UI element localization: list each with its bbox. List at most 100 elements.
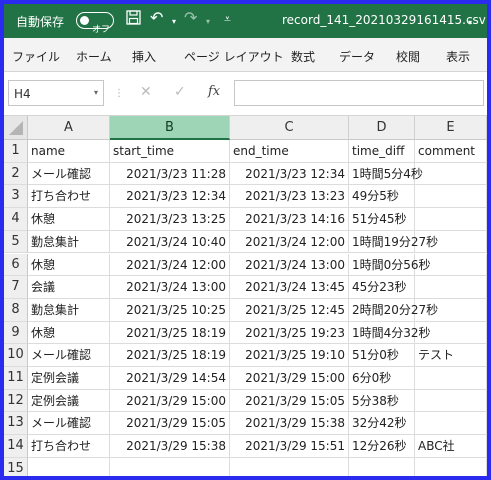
header-cell[interactable]: start_time xyxy=(110,140,230,163)
table-cell[interactable]: 2021/3/24 13:00 xyxy=(230,253,349,277)
name-box-dropdown-icon[interactable]: ▾ xyxy=(94,88,98,97)
table-cell[interactable]: 休憩 xyxy=(28,321,110,345)
column-header-c[interactable]: C xyxy=(230,116,349,140)
table-cell[interactable]: 32分42秒 xyxy=(349,412,415,436)
table-cell[interactable]: 2時間20分27秒 xyxy=(349,298,438,322)
tab-page-layout[interactable]: ページ レイアウト xyxy=(184,48,284,65)
redo-icon[interactable]: ↷ xyxy=(184,8,197,27)
table-cell[interactable]: 2021/3/23 12:34 xyxy=(110,185,230,209)
column-header-a[interactable]: A xyxy=(28,116,110,140)
row-header[interactable]: 5 xyxy=(4,230,28,254)
table-cell[interactable]: 2021/3/24 13:00 xyxy=(110,276,230,299)
table-cell[interactable] xyxy=(415,412,487,436)
customize-toolbar-icon[interactable]: ⩡ xyxy=(224,12,231,27)
table-cell[interactable]: 休憩 xyxy=(28,208,110,231)
table-cell[interactable]: 打ち合わせ xyxy=(28,185,110,209)
table-cell[interactable]: メール確認 xyxy=(28,162,110,186)
row-header[interactable]: 15 xyxy=(4,457,28,476)
table-cell[interactable]: メール確認 xyxy=(28,412,110,436)
table-cell[interactable] xyxy=(415,367,487,390)
tab-file[interactable]: ファイル xyxy=(12,48,60,65)
table-cell[interactable]: 2021/3/29 15:05 xyxy=(110,412,230,436)
table-cell[interactable] xyxy=(415,162,487,186)
table-cell[interactable]: 2021/3/24 10:40 xyxy=(110,230,230,254)
filename-dropdown-icon[interactable]: ▾ xyxy=(468,18,472,27)
table-cell[interactable]: 2021/3/29 15:05 xyxy=(230,389,349,413)
table-cell[interactable] xyxy=(415,321,487,345)
table-cell[interactable] xyxy=(415,457,487,476)
table-cell[interactable]: 2021/3/23 13:25 xyxy=(110,208,230,231)
table-cell[interactable]: 定例会議 xyxy=(28,389,110,413)
cancel-icon[interactable]: ✕ xyxy=(140,84,152,100)
row-header[interactable]: 6 xyxy=(4,253,28,277)
row-header[interactable]: 13 xyxy=(4,412,28,436)
table-cell[interactable]: 2021/3/25 10:25 xyxy=(110,298,230,322)
table-cell[interactable]: 2021/3/23 11:28 xyxy=(110,162,230,186)
redo-dropdown-icon[interactable]: ▾ xyxy=(206,17,210,26)
table-cell[interactable]: 2021/3/24 13:45 xyxy=(230,276,349,299)
table-cell[interactable]: 1時間4分32秒 xyxy=(349,321,431,345)
row-header[interactable]: 11 xyxy=(4,367,28,390)
insert-function-icon[interactable]: fx xyxy=(208,84,220,99)
table-cell[interactable]: メール確認 xyxy=(28,344,110,367)
table-cell[interactable]: 2021/3/29 14:54 xyxy=(110,367,230,390)
table-cell[interactable]: 49分5秒 xyxy=(349,185,415,209)
tab-view[interactable]: 表示 xyxy=(446,48,470,65)
row-header[interactable]: 14 xyxy=(4,435,28,458)
table-cell[interactable] xyxy=(28,457,110,476)
table-cell[interactable]: 12分26秒 xyxy=(349,435,415,458)
table-cell[interactable]: 1時間5分4秒 xyxy=(349,162,423,186)
formula-input[interactable] xyxy=(234,80,484,106)
column-header-b[interactable]: B xyxy=(110,116,230,140)
row-header[interactable]: 12 xyxy=(4,389,28,413)
row-header[interactable]: 10 xyxy=(4,344,28,367)
table-cell[interactable] xyxy=(230,457,349,476)
autosave-toggle[interactable]: オフ xyxy=(76,12,114,35)
header-cell[interactable]: comment xyxy=(415,140,487,163)
row-header[interactable]: 2 xyxy=(4,162,28,186)
tab-review[interactable]: 校閲 xyxy=(396,48,420,65)
header-cell[interactable]: end_time xyxy=(230,140,349,163)
row-header[interactable]: 3 xyxy=(4,185,28,209)
table-cell[interactable]: 51分45秒 xyxy=(349,208,415,231)
table-cell[interactable]: 1時間0分56秒 xyxy=(349,253,431,277)
tab-insert[interactable]: 挿入 xyxy=(132,48,156,65)
header-cell[interactable]: name xyxy=(28,140,110,163)
row-header[interactable]: 7 xyxy=(4,276,28,299)
table-cell[interactable] xyxy=(415,208,487,231)
tab-formulas[interactable]: 数式 xyxy=(291,48,315,65)
table-cell[interactable]: 2021/3/24 12:00 xyxy=(110,253,230,277)
table-cell[interactable]: 2021/3/29 15:00 xyxy=(230,367,349,390)
table-cell[interactable]: 2021/3/23 14:16 xyxy=(230,208,349,231)
table-cell[interactable] xyxy=(110,457,230,476)
row-header[interactable]: 8 xyxy=(4,298,28,322)
header-cell[interactable]: time_diff xyxy=(349,140,415,163)
tab-data[interactable]: データ xyxy=(339,48,375,65)
table-cell[interactable]: 6分0秒 xyxy=(349,367,415,390)
tab-home[interactable]: ホーム xyxy=(76,48,112,65)
table-cell[interactable]: 2021/3/25 19:23 xyxy=(230,321,349,345)
undo-dropdown-icon[interactable]: ▾ xyxy=(172,17,176,26)
table-cell[interactable] xyxy=(415,185,487,209)
table-cell[interactable]: 定例会議 xyxy=(28,367,110,390)
enter-icon[interactable]: ✓ xyxy=(174,84,186,100)
name-box[interactable]: H4 ▾ xyxy=(8,80,104,106)
table-cell[interactable]: 45分23秒 xyxy=(349,276,415,299)
table-cell[interactable] xyxy=(349,457,415,476)
table-cell[interactable]: 休憩 xyxy=(28,253,110,277)
table-cell[interactable]: 2021/3/29 15:00 xyxy=(110,389,230,413)
table-cell[interactable]: 2021/3/29 15:38 xyxy=(110,435,230,458)
table-cell[interactable]: 2021/3/25 18:19 xyxy=(110,321,230,345)
table-cell[interactable]: 1時間19分27秒 xyxy=(349,230,438,254)
table-cell[interactable] xyxy=(415,230,487,254)
table-cell[interactable]: 打ち合わせ xyxy=(28,435,110,458)
table-cell[interactable]: ABC社 xyxy=(415,435,487,458)
table-cell[interactable]: 2021/3/29 15:51 xyxy=(230,435,349,458)
table-cell[interactable] xyxy=(415,298,487,322)
table-cell[interactable]: 51分0秒 xyxy=(349,344,415,367)
table-cell[interactable] xyxy=(415,253,487,277)
table-cell[interactable]: 会議 xyxy=(28,276,110,299)
table-cell[interactable]: 2021/3/25 18:19 xyxy=(110,344,230,367)
save-icon[interactable] xyxy=(126,10,141,29)
table-cell[interactable]: 2021/3/24 12:00 xyxy=(230,230,349,254)
